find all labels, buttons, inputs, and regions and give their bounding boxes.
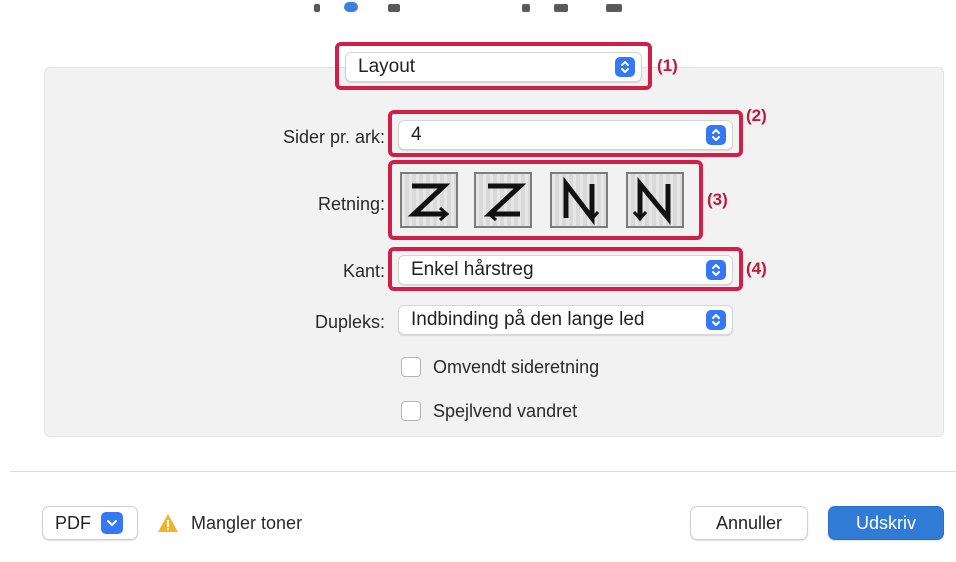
panel-selector-popup[interactable]: Layout [345, 52, 642, 82]
chevron-down-icon [101, 512, 123, 534]
pdf-menu-button[interactable]: PDF [42, 506, 138, 540]
chevron-updown-icon [706, 125, 726, 145]
sider-pr-ark-label: Sider pr. ark: [282, 127, 385, 147]
callout-2: (2) [746, 106, 767, 125]
z-shape-direction-icon[interactable] [400, 172, 458, 228]
spejlvend-vandret-checkbox[interactable] [401, 401, 421, 421]
warning-text: Mangler toner [191, 513, 303, 533]
retning-label: Retning: [317, 194, 385, 214]
reverse-n-shape-direction-icon[interactable] [550, 172, 608, 228]
spejlvend-vandret-label: Spejlvend vandret [433, 401, 578, 421]
kant-label: Kant: [342, 261, 385, 281]
omvendt-sideretning-label: Omvendt sideretning [433, 357, 600, 377]
dupleks-label: Dupleks: [314, 312, 385, 332]
callout-3: (3) [707, 190, 728, 209]
chevron-updown-icon [615, 57, 635, 77]
chevron-updown-icon [706, 310, 726, 330]
chevron-updown-icon [706, 260, 726, 280]
omvendt-sideretning-checkbox[interactable] [401, 357, 421, 377]
n-shape-direction-icon[interactable] [626, 172, 684, 228]
kant-popup[interactable]: Enkel hårstreg [398, 255, 733, 285]
warning-icon [157, 513, 179, 533]
cancel-button[interactable]: Annuller [690, 506, 808, 540]
retning-highlight [388, 160, 703, 240]
top-toolbar-icons [300, 0, 640, 14]
footer-divider [10, 471, 956, 472]
sider-pr-ark-popup[interactable]: 4 [398, 120, 733, 150]
dupleks-value: Indbinding på den lange led [411, 309, 645, 330]
reverse-z-shape-direction-icon[interactable] [474, 172, 532, 228]
dupleks-popup[interactable]: Indbinding på den lange led [398, 305, 733, 335]
kant-value: Enkel hårstreg [411, 259, 534, 280]
callout-4: (4) [746, 259, 767, 278]
sider-pr-ark-value: 4 [411, 124, 422, 145]
callout-1: (1) [657, 56, 678, 75]
print-button[interactable]: Udskriv [828, 506, 944, 540]
pdf-label: PDF [55, 512, 91, 533]
panel-selector-value: Layout [358, 56, 416, 77]
